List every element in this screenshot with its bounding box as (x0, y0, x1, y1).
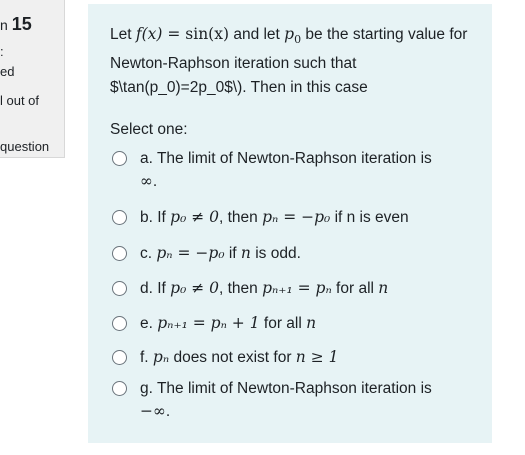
radio-button-b[interactable] (112, 210, 127, 225)
question-marks: l out of (0, 93, 40, 108)
option-text: if n is even (330, 209, 409, 226)
answer-option-e[interactable]: e. pₙ₊₁ = pₙ + 1 for all n (112, 312, 470, 335)
question-text-part: Let (110, 26, 136, 43)
answer-option-c-label[interactable]: c. pₙ = −p₀ if n is odd. (140, 242, 470, 265)
math-condition: p₀ ≠ 0 (170, 279, 219, 297)
radio-button-e[interactable] (112, 316, 127, 331)
radio-button-g[interactable] (112, 381, 127, 396)
option-text: does not exist for (169, 349, 296, 366)
option-text: d. If (140, 280, 171, 297)
math-p: p (284, 25, 295, 43)
option-text: is odd. (250, 245, 301, 262)
math-infinity: ∞ (140, 172, 153, 190)
answer-option-g[interactable]: g. The limit of Newton-Raphson iteration… (112, 377, 470, 423)
answer-option-e-label[interactable]: e. pₙ₊₁ = pₙ + 1 for all n (140, 312, 470, 335)
math-expression: pₙ₊₁ = pₙ (262, 279, 332, 297)
option-text: if (224, 245, 241, 262)
option-text: for all (259, 315, 307, 332)
math-condition: p₀ ≠ 0 (170, 208, 219, 226)
option-text: f. (140, 349, 153, 366)
math-expression: pₙ = −p₀ (156, 244, 225, 262)
math-negative-infinity: −∞ (140, 402, 166, 420)
option-text: e. (140, 315, 158, 332)
quiz-page: n 15 : ed l out of question Let f(x) = s… (0, 0, 525, 455)
answer-option-f-label[interactable]: f. pₙ does not exist for n ≥ 1 (140, 346, 470, 369)
math-condition: n ≥ 1 (295, 348, 339, 366)
radio-button-c[interactable] (112, 246, 127, 261)
answer-option-a-label[interactable]: a. The limit of Newton-Raphson iteration… (140, 147, 470, 193)
radio-button-f[interactable] (112, 350, 127, 365)
math-expression: pₙ = −p₀ (262, 208, 331, 226)
question-prefix: n (0, 17, 8, 33)
question-text-part: and let (229, 26, 285, 43)
answer-option-a[interactable]: a. The limit of Newton-Raphson iteration… (112, 147, 470, 193)
math-expression: pₙ (152, 348, 170, 366)
option-text: , then (219, 280, 263, 297)
select-one-label: Select one: (110, 121, 188, 138)
question-number-heading: n 15 (0, 14, 32, 35)
option-text: for all (331, 280, 379, 297)
option-text: b. If (140, 209, 171, 226)
answer-option-b-label[interactable]: b. If p₀ ≠ 0, then pₙ = −p₀ if n is even (140, 206, 470, 229)
math-sin-equation: = sin(x) (162, 25, 230, 43)
answer-option-f[interactable]: f. pₙ does not exist for n ≥ 1 (112, 346, 470, 369)
radio-button-a[interactable] (112, 151, 127, 166)
flag-question-link[interactable]: question (0, 139, 49, 154)
answer-option-d[interactable]: d. If p₀ ≠ 0, then pₙ₊₁ = pₙ for all n (112, 277, 470, 300)
option-text: . (165, 403, 171, 420)
answer-option-d-label[interactable]: d. If p₀ ≠ 0, then pₙ₊₁ = pₙ for all n (140, 277, 470, 300)
option-text: . (152, 173, 158, 190)
radio-button-d[interactable] (112, 281, 127, 296)
question-content-box: Let f(x) = sin(x) and let p0 be the star… (88, 4, 492, 443)
question-status: ed (0, 64, 15, 79)
option-text: g. The limit of Newton-Raphson iteration… (140, 380, 432, 397)
math-f-of-x: f(x) (135, 25, 163, 43)
answer-option-c[interactable]: c. pₙ = −p₀ if n is odd. (112, 242, 470, 265)
answer-option-b[interactable]: b. If p₀ ≠ 0, then pₙ = −p₀ if n is even (112, 206, 470, 229)
question-number: 15 (11, 14, 32, 34)
answer-option-g-label[interactable]: g. The limit of Newton-Raphson iteration… (140, 377, 470, 423)
math-expression: pₙ₊₁ = pₙ + 1 (157, 314, 260, 332)
math-variable: n (378, 279, 389, 297)
math-p0: p0 (284, 25, 301, 46)
question-info-panel: n 15 : ed l out of question (0, 0, 65, 158)
question-status-fragment: : (0, 44, 4, 59)
option-text: a. The limit of Newton-Raphson iteration… (140, 150, 432, 167)
math-variable: n (306, 314, 317, 332)
math-variable: n (240, 244, 251, 262)
question-text: Let f(x) = sin(x) and let p0 be the star… (110, 22, 480, 100)
option-text: c. (140, 245, 157, 262)
option-text: , then (219, 209, 263, 226)
